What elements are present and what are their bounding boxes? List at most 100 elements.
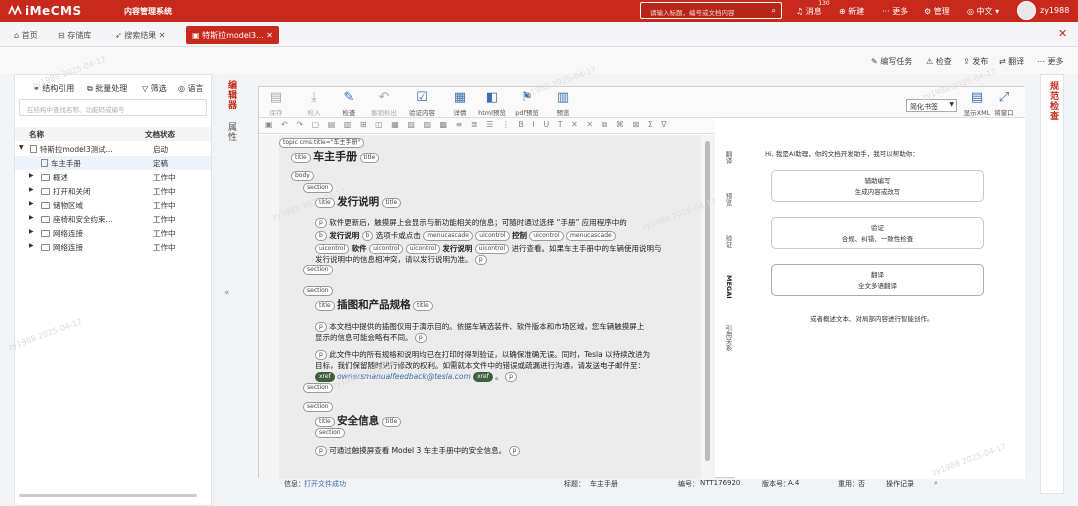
- tree-row-manual[interactable]: 车主手册 定稿: [15, 156, 211, 170]
- checkin-button[interactable]: ⤓ 检入: [299, 89, 329, 117]
- doc-title[interactable]: 车主手册: [313, 150, 357, 163]
- bold-text[interactable]: 发行说明: [329, 231, 359, 240]
- menucascade-tag-end[interactable]: menucascade: [566, 231, 616, 241]
- section-tag-end[interactable]: section: [303, 383, 333, 393]
- preview-button[interactable]: ▥ 预览: [548, 89, 578, 117]
- translate-button[interactable]: ⇄ 翻译: [999, 56, 1024, 67]
- caret-right-icon[interactable]: ▶: [29, 186, 34, 193]
- uicontrol-tag-end[interactable]: uicontrol: [369, 244, 404, 254]
- tab-home[interactable]: ⌂ 首页: [8, 26, 44, 44]
- tab-spec-check[interactable]: 规范检查: [1047, 81, 1060, 121]
- show-xml-button[interactable]: ▤ 显示XML: [962, 89, 992, 117]
- bookmark-mode-select[interactable]: 简化书签 ▼: [906, 99, 957, 112]
- tree-row[interactable]: ▶ 概述 工作中: [15, 170, 211, 184]
- bold-text[interactable]: 软件: [352, 244, 367, 253]
- user-avatar[interactable]: [1017, 1, 1036, 20]
- new-button[interactable]: ⊕ 新建: [839, 6, 864, 17]
- uicontrol-tag[interactable]: uicontrol: [315, 244, 350, 254]
- language-switch[interactable]: ◎ 中文 ▾: [967, 6, 999, 17]
- section-tag[interactable]: section: [303, 286, 333, 296]
- b-tag[interactable]: b: [315, 231, 327, 241]
- close-icon[interactable]: ✕: [266, 31, 273, 40]
- section-title[interactable]: 安全信息: [337, 415, 379, 427]
- uicontrol-tag[interactable]: uicontrol: [405, 244, 441, 254]
- paragraph-text[interactable]: 目标，我们保留随时进行修改的权利。如需就本文件中的错误或疏漏进行沟通，请发送电子…: [315, 361, 645, 370]
- title-tag[interactable]: title: [291, 153, 311, 163]
- caret-right-icon[interactable]: ▶: [29, 172, 34, 179]
- tree-row[interactable]: ▶ 座椅和安全约束... 工作中: [15, 212, 211, 226]
- p-tag[interactable]: p: [315, 218, 327, 228]
- title-tag[interactable]: title: [315, 301, 335, 311]
- caret-right-icon[interactable]: ▶: [29, 200, 34, 207]
- app-logo[interactable]: iMeCMS: [8, 4, 82, 18]
- assist-verify-card[interactable]: 验证 合规、纠错、一致性检查: [771, 217, 984, 249]
- bold-text[interactable]: 发行说明: [442, 244, 472, 253]
- verify-button[interactable]: ☑ 验证内容: [407, 89, 437, 117]
- tree-row[interactable]: ▶ 网络连接 工作中: [15, 226, 211, 240]
- side-tab-verify[interactable]: 验证: [719, 221, 733, 261]
- language-button[interactable]: ◎ 语言: [178, 83, 204, 94]
- html-preview-button[interactable]: ◧ html预览: [477, 89, 507, 117]
- collapse-right-strip[interactable]: «: [1028, 74, 1048, 506]
- tab-search-results[interactable]: ➶ 搜索结果 ✕: [109, 26, 172, 44]
- tree-row[interactable]: ▶ 网络连接 工作中: [15, 240, 211, 254]
- side-tab-megai[interactable]: MEGAI: [719, 263, 733, 311]
- uicontrol-tag-end[interactable]: uicontrol: [529, 231, 564, 241]
- cancel-checkout-button[interactable]: ↶ 撤销检出: [369, 89, 399, 117]
- p-tag-end[interactable]: p: [508, 446, 521, 456]
- write-task-button[interactable]: ✎ 编写任务: [871, 56, 912, 67]
- more-menu-button[interactable]: ··· 更多: [882, 6, 908, 17]
- assist-translate-card[interactable]: 翻译 全文多语翻译: [771, 264, 984, 296]
- document-area[interactable]: topic cms:title="车主手册" title 车主手册 title …: [259, 135, 715, 479]
- xref-tag-end[interactable]: xref: [473, 372, 493, 382]
- checkout-button[interactable]: ✎ 检查: [334, 89, 364, 117]
- more-actions-button[interactable]: ⋯ 更多: [1037, 56, 1064, 67]
- paragraph-text[interactable]: 软件更新后，触摸屏上会显示与新功能相关的信息；可随时通过选择 “手册” 应用程序…: [329, 218, 627, 227]
- section-tag[interactable]: section: [303, 402, 333, 412]
- close-all-icon[interactable]: ✕: [1058, 27, 1067, 40]
- paragraph-text[interactable]: 选项卡或点击: [376, 231, 421, 240]
- structure-search-input[interactable]: 在结构中查找名称、功能码或编号: [19, 99, 207, 116]
- paragraph-text[interactable]: 此文件中的所有规格和说明均已在打印时得到验证，以确保准确无误。同时，Tesla …: [329, 350, 650, 359]
- topic-tag[interactable]: topic cms:title="车主手册": [279, 138, 365, 148]
- vertical-scrollbar[interactable]: [705, 141, 710, 461]
- fullscreen-button[interactable]: ⤢ 将窗口: [989, 89, 1019, 117]
- check-button[interactable]: ⚠ 检查: [926, 56, 952, 67]
- section-tag[interactable]: section: [303, 183, 333, 193]
- title-tag[interactable]: title: [315, 198, 335, 208]
- section-title[interactable]: 插图和产品规格: [337, 299, 411, 311]
- p-tag[interactable]: p: [315, 446, 327, 456]
- struct-ref-button[interactable]: ⚭ 结构引用: [33, 83, 74, 94]
- tree-row[interactable]: ▶ 储物区域 工作中: [15, 198, 211, 212]
- search-icon[interactable]: ⌕: [934, 479, 938, 488]
- pdf-preview-button[interactable]: ⚑ pdf预览: [512, 89, 542, 117]
- manage-button[interactable]: ⚙ 管理: [924, 6, 950, 17]
- filter-button[interactable]: ▽ 筛选: [142, 83, 167, 94]
- email-link[interactable]: ownersmanualfeedback@tesla.com: [337, 372, 471, 381]
- paragraph-text[interactable]: 本文档中提供的插图仅用于演示目的。依据车辆选装件、软件版本和市场区域，您车辆触摸…: [329, 322, 644, 331]
- caret-right-icon[interactable]: ▶: [29, 228, 34, 235]
- assist-write-card[interactable]: 辅助编写 生成内容或改写: [771, 170, 984, 202]
- side-tab-preview[interactable]: 预览: [719, 179, 733, 219]
- publish-button[interactable]: ⇪ 发布: [963, 56, 988, 67]
- messages-button[interactable]: ♫ 消息 130: [796, 0, 830, 17]
- caret-down-icon[interactable]: ▼: [19, 144, 24, 151]
- paragraph-text[interactable]: 发行说明中的信息相冲突，请以发行说明为准。: [315, 255, 473, 264]
- title-tag[interactable]: title: [315, 417, 335, 427]
- detail-button[interactable]: ▦ 详情: [445, 89, 475, 117]
- xref-tag[interactable]: xref: [315, 372, 335, 382]
- document-canvas[interactable]: topic cms:title="车主手册" title 车主手册 title …: [279, 135, 701, 479]
- user-name[interactable]: zy1988: [1040, 6, 1069, 15]
- tree-row[interactable]: ▶ 打开和关闭 工作中: [15, 184, 211, 198]
- batch-button[interactable]: ⧉ 批量处理: [87, 83, 127, 94]
- title-tag-end[interactable]: title: [413, 301, 433, 311]
- horizontal-scrollbar[interactable]: [19, 494, 197, 497]
- p-tag-end[interactable]: p: [474, 255, 487, 265]
- side-tab-references[interactable]: 引用关系: [719, 313, 733, 363]
- global-search-input[interactable]: 请输入标题，编号或文档内容 ⌕: [640, 2, 782, 19]
- title-tag-end[interactable]: title: [381, 198, 402, 208]
- p-tag[interactable]: p: [315, 322, 327, 332]
- tree-row-root[interactable]: ▼ 特斯拉model3测试... 启动: [15, 142, 211, 156]
- p-tag-end[interactable]: p: [414, 333, 427, 343]
- bold-text[interactable]: 控制: [512, 231, 527, 240]
